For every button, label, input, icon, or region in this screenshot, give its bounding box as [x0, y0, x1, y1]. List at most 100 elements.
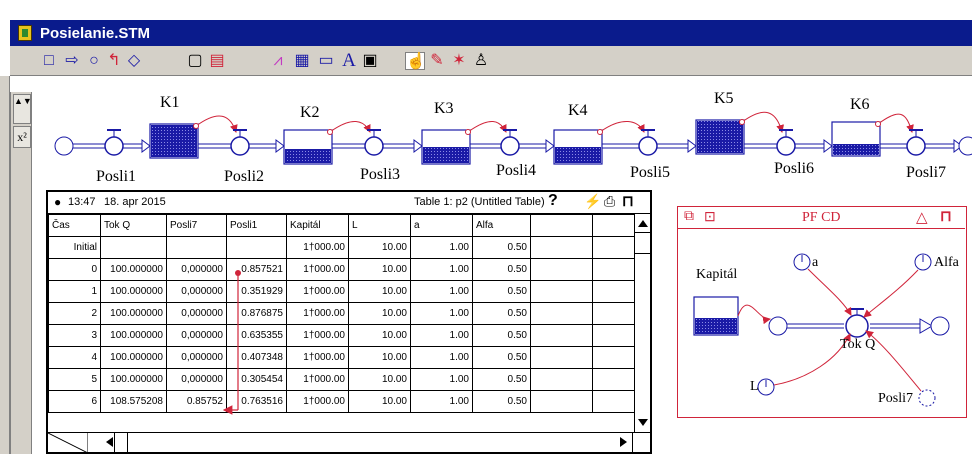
- valve-posli3[interactable]: [364, 136, 384, 156]
- table-cell[interactable]: 0.50: [472, 302, 531, 325]
- table-cell[interactable]: [226, 236, 287, 259]
- table-cell[interactable]: 0.876875: [226, 302, 287, 325]
- table-cell[interactable]: 0.635355: [226, 324, 287, 347]
- table-cell[interactable]: [530, 390, 593, 413]
- table-cell[interactable]: 100.000000: [100, 346, 167, 369]
- scroll-up-icon[interactable]: [638, 220, 648, 227]
- table-cell[interactable]: 10.00: [348, 236, 411, 259]
- scroll-left-icon[interactable]: [106, 437, 113, 447]
- table-cell[interactable]: [530, 324, 593, 347]
- numeric-display-icon[interactable]: ▭: [316, 52, 336, 70]
- valve-posli4[interactable]: [500, 136, 520, 156]
- connector-tool-icon[interactable]: ↰: [106, 52, 122, 70]
- table-cell[interactable]: [530, 346, 593, 369]
- table-cell[interactable]: 0.50: [472, 236, 531, 259]
- column-header[interactable]: Posli1: [226, 214, 287, 237]
- dynamite-tool-icon[interactable]: ✶: [450, 52, 468, 70]
- horizontal-scrollbar[interactable]: [48, 432, 650, 453]
- scroll-right-icon[interactable]: [620, 437, 627, 447]
- table-cell[interactable]: 10.00: [348, 324, 411, 347]
- vertical-scrollbar[interactable]: [634, 214, 650, 432]
- table-cell[interactable]: 1.00: [410, 236, 473, 259]
- table-cell[interactable]: 1.00: [410, 324, 473, 347]
- valve-posli5[interactable]: [638, 136, 658, 156]
- table-cell[interactable]: [530, 258, 593, 281]
- table-cell[interactable]: 10.00: [348, 302, 411, 325]
- table-cell[interactable]: 1.00: [410, 302, 473, 325]
- table-cell[interactable]: 1: [48, 280, 101, 303]
- table-cell[interactable]: 100.000000: [100, 368, 167, 391]
- flow-tool-icon[interactable]: ⇨: [62, 52, 82, 70]
- table-cell[interactable]: 100.000000: [100, 302, 167, 325]
- table-cell[interactable]: [592, 324, 637, 347]
- tok-q-valve[interactable]: [845, 314, 869, 338]
- table-cell[interactable]: 3: [48, 324, 101, 347]
- column-header[interactable]: Alfa: [472, 214, 531, 237]
- table-cell[interactable]: 1†000.00: [286, 346, 349, 369]
- triangle-icon[interactable]: △: [916, 208, 928, 227]
- vertical-scroll-thumb[interactable]: [635, 232, 650, 254]
- table-cell[interactable]: 5: [48, 368, 101, 391]
- table-cell[interactable]: 0,000000: [166, 302, 227, 325]
- valve-posli1[interactable]: [104, 136, 124, 156]
- column-header[interactable]: [592, 214, 637, 237]
- table-window[interactable]: ● 13:47 18. apr 2015 Table 1: p2 (Untitl…: [46, 190, 652, 454]
- wand-icon[interactable]: ⚡: [584, 193, 601, 210]
- table-cell[interactable]: 10.00: [348, 368, 411, 391]
- table-cell[interactable]: 1†000.00: [286, 368, 349, 391]
- table-cell[interactable]: [530, 368, 593, 391]
- table-cell[interactable]: 100.000000: [100, 280, 167, 303]
- pf-cd-window[interactable]: ⧉ ⊡ PF CD △ ⊓ Kapitál a Alfa L Posli7 To…: [677, 206, 967, 418]
- table-cell[interactable]: 0,000000: [166, 346, 227, 369]
- table-cell[interactable]: 0.50: [472, 368, 531, 391]
- table-cell[interactable]: 0.351929: [226, 280, 287, 303]
- table-cell[interactable]: 1.00: [410, 258, 473, 281]
- column-header[interactable]: Kapitál: [286, 214, 349, 237]
- table-cell[interactable]: [592, 302, 637, 325]
- converter-tool-icon[interactable]: ○: [86, 52, 102, 70]
- column-header[interactable]: a: [410, 214, 473, 237]
- help-icon[interactable]: ?: [548, 192, 558, 210]
- table-cell[interactable]: [592, 280, 637, 303]
- table-cell[interactable]: 108.575208: [100, 390, 167, 413]
- table-cell[interactable]: 1.00: [410, 368, 473, 391]
- table-cell[interactable]: 1†000.00: [286, 324, 349, 347]
- lock-icon[interactable]: ⊓: [622, 192, 634, 210]
- table-cell[interactable]: 100.000000: [100, 258, 167, 281]
- table-tool-icon[interactable]: ▦: [292, 52, 312, 70]
- scroll-down-icon[interactable]: [638, 419, 648, 426]
- table-cell[interactable]: 1†000.00: [286, 390, 349, 413]
- column-header[interactable]: L: [348, 214, 411, 237]
- table-cell[interactable]: [530, 236, 593, 259]
- table-cell[interactable]: 0.763516: [226, 390, 287, 413]
- table-cell[interactable]: 0.50: [472, 346, 531, 369]
- posli7-ghost-converter[interactable]: [918, 389, 936, 407]
- stock-tool-icon[interactable]: □: [40, 52, 58, 70]
- table-cell[interactable]: Initial: [48, 236, 101, 259]
- hand-tool-icon[interactable]: ☝: [405, 52, 426, 70]
- table-cell[interactable]: 0.857521: [226, 258, 287, 281]
- picture-tool-icon[interactable]: ▣: [360, 52, 380, 70]
- table-cell[interactable]: [592, 368, 637, 391]
- valve-posli7[interactable]: [906, 136, 926, 156]
- ghost-tool-icon[interactable]: ♙: [472, 52, 490, 70]
- horizontal-scroll-thumb[interactable]: [114, 433, 128, 452]
- table-cell[interactable]: 10.00: [348, 280, 411, 303]
- chi-square-button[interactable]: x²: [13, 126, 31, 148]
- table-cell[interactable]: 10.00: [348, 390, 411, 413]
- table-cell[interactable]: 0,000000: [166, 368, 227, 391]
- table-cell[interactable]: [100, 236, 167, 259]
- text-tool-icon[interactable]: A: [340, 51, 358, 70]
- table-cell[interactable]: 0.305454: [226, 368, 287, 391]
- column-header[interactable]: Posli7: [166, 214, 227, 237]
- table-cell[interactable]: 0: [48, 258, 101, 281]
- valve-posli2[interactable]: [230, 136, 250, 156]
- table-cell[interactable]: 0.50: [472, 324, 531, 347]
- table-cell[interactable]: 6: [48, 390, 101, 413]
- decision-tool-icon[interactable]: ◇: [126, 52, 142, 70]
- table-cell[interactable]: [166, 236, 227, 259]
- column-header[interactable]: [530, 214, 593, 237]
- grid-icon[interactable]: ⊡: [704, 209, 716, 226]
- table-cell[interactable]: [530, 302, 593, 325]
- paintbrush-tool-icon[interactable]: ✎: [428, 52, 446, 70]
